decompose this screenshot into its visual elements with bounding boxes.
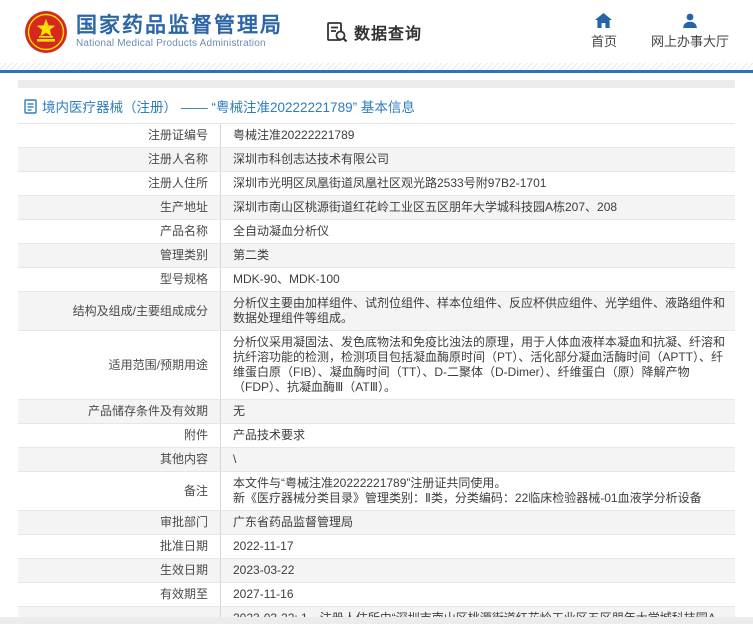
document-search-icon (325, 20, 349, 44)
home-icon (595, 13, 612, 28)
row-label: 产品名称 (18, 220, 220, 243)
row-label: 生效日期 (18, 559, 220, 582)
document-icon (24, 99, 37, 114)
row-label: 注册人住所 (18, 172, 220, 195)
nav-service-hall-label: 网上办事大厅 (651, 31, 729, 50)
row-label: 注册人名称 (18, 148, 220, 171)
row-label: 适用范围/预期用途 (18, 331, 220, 399)
national-emblem-icon (24, 10, 68, 54)
user-icon (682, 13, 698, 28)
row-value: 广东省药品监督管理局 (220, 511, 735, 534)
table-row: 审批部门 广东省药品监督管理局 (18, 511, 735, 535)
page-bottom-strip (0, 617, 753, 624)
row-value: 分析仪主要由加样组件、试剂位组件、样本位组件、反应杯供应组件、光学组件、液路组件… (220, 292, 735, 330)
table-row: 型号规格 MDK-90、MDK-100 (18, 268, 735, 292)
row-value: 深圳市南山区桃源街道红花岭工业区五区朋年大学城科技园A栋207、208 (220, 196, 735, 219)
main-content: 境内医疗器械（注册） —— “粤械注准20222221789” 基本信息 注册证… (18, 80, 735, 624)
info-table-body: 注册证编号 粤械注准20222221789 注册人名称 深圳市科创志达技术有限公… (18, 124, 735, 624)
table-row: 注册人名称 深圳市科创志达技术有限公司 (18, 148, 735, 172)
table-row: 批准日期 2022-11-17 (18, 535, 735, 559)
table-row: 附件 产品技术要求 (18, 424, 735, 448)
row-label: 生产地址 (18, 196, 220, 219)
data-query-label: 数据查询 (354, 20, 422, 44)
data-query-tag[interactable]: 数据查询 (325, 20, 422, 44)
row-label: 产品储存条件及有效期 (18, 400, 220, 423)
row-label: 有效期至 (18, 583, 220, 606)
row-label: 型号规格 (18, 268, 220, 291)
row-value: 2023-03-22 (220, 559, 735, 582)
table-row: 其他内容 \ (18, 448, 735, 472)
row-value: 深圳市科创志达技术有限公司 (220, 148, 735, 171)
row-value: 2027-11-16 (220, 583, 735, 606)
row-value: 第二类 (220, 244, 735, 267)
site-logo[interactable]: 国家药品监督管理局 National Medical Products Admi… (24, 10, 283, 54)
table-row: 结构及组成/主要组成成分 分析仪主要由加样组件、试剂位组件、样本位组件、反应杯供… (18, 292, 735, 331)
table-row: 适用范围/预期用途 分析仪采用凝固法、发色底物法和免疫比浊法的原理，用于人体血液… (18, 331, 735, 400)
table-row: 生效日期 2023-03-22 (18, 559, 735, 583)
row-label: 审批部门 (18, 511, 220, 534)
table-row: 生产地址 深圳市南山区桃源街道红花岭工业区五区朋年大学城科技园A栋207、208 (18, 196, 735, 220)
row-value: 产品技术要求 (220, 424, 735, 447)
table-row: 产品储存条件及有效期 无 (18, 400, 735, 424)
table-row: 有效期至 2027-11-16 (18, 583, 735, 607)
row-label: 其他内容 (18, 448, 220, 471)
site-title: 国家药品监督管理局 (76, 14, 283, 38)
row-value: MDK-90、MDK-100 (220, 268, 735, 291)
row-value: 分析仪采用凝固法、发色底物法和免疫比浊法的原理，用于人体血液样本凝血和抗凝、纤溶… (220, 331, 735, 399)
row-label: 批准日期 (18, 535, 220, 558)
nav-service-hall[interactable]: 网上办事大厅 (651, 13, 729, 50)
row-label: 备注 (18, 472, 220, 510)
site-subtitle: National Medical Products Administration (76, 38, 283, 49)
nav-home[interactable]: 首页 (591, 13, 617, 50)
row-value: 本文件与“粤械注准20222221789”注册证共同使用。 新《医疗器械分类目录… (220, 472, 735, 510)
table-row: 注册人住所 深圳市光明区凤凰街道凤凰社区观光路2533号附97B2-1701 (18, 172, 735, 196)
header-divider-line (0, 70, 753, 73)
info-table: 注册证编号 粤械注准20222221789 注册人名称 深圳市科创志达技术有限公… (18, 123, 735, 624)
table-row: 产品名称 全自动凝血分析仪 (18, 220, 735, 244)
row-label: 管理类别 (18, 244, 220, 267)
row-value: 深圳市光明区凤凰街道凤凰社区观光路2533号附97B2-1701 (220, 172, 735, 195)
nav-home-label: 首页 (591, 31, 617, 50)
table-row: 管理类别 第二类 (18, 244, 735, 268)
row-value: 无 (220, 400, 735, 423)
site-header: 国家药品监督管理局 National Medical Products Admi… (0, 0, 753, 63)
row-label: 附件 (18, 424, 220, 447)
row-label: 结构及组成/主要组成成分 (18, 292, 220, 330)
row-value: \ (220, 448, 735, 471)
row-value: 全自动凝血分析仪 (220, 220, 735, 243)
row-label: 注册证编号 (18, 124, 220, 147)
table-row: 注册证编号 粤械注准20222221789 (18, 124, 735, 148)
row-value: 2022-11-17 (220, 535, 735, 558)
table-row: 备注 本文件与“粤械注准20222221789”注册证共同使用。 新《医疗器械分… (18, 472, 735, 511)
breadcrumb-text: 境内医疗器械（注册） —— “粤械注准20222221789” 基本信息 (42, 96, 415, 116)
row-value: 粤械注准20222221789 (220, 124, 735, 147)
top-nav: 首页 网上办事大厅 (591, 13, 729, 50)
hatch-strip (0, 63, 753, 70)
card-top-strip (18, 80, 735, 88)
breadcrumb: 境内医疗器械（注册） —— “粤械注准20222221789” 基本信息 (18, 88, 735, 123)
